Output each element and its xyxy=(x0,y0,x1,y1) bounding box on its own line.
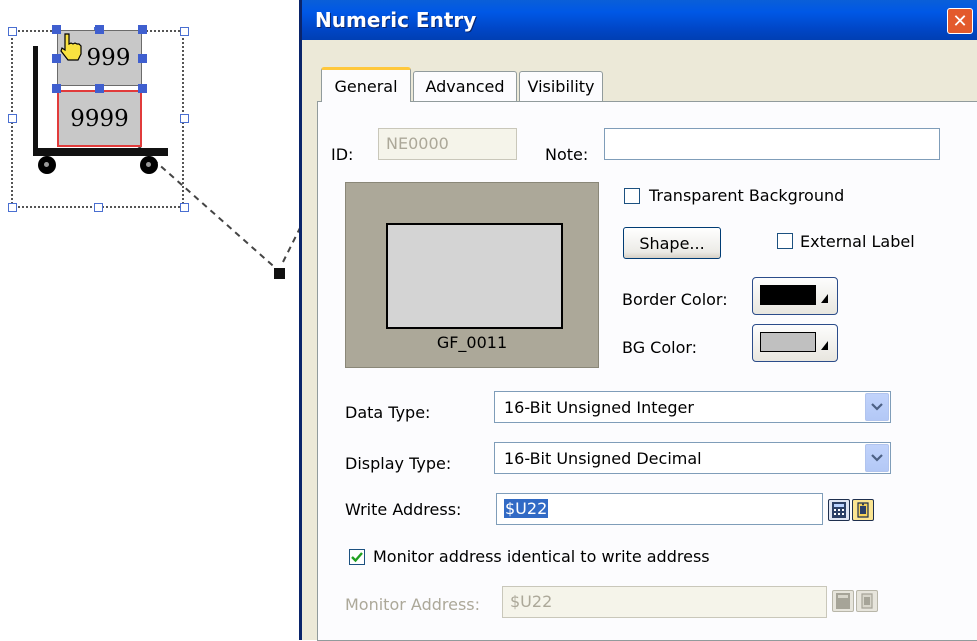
resize-handle[interactable] xyxy=(8,27,17,36)
shape-preview: GF_0011 xyxy=(345,182,599,368)
monitor-identical-checkbox[interactable] xyxy=(349,549,365,565)
tab-advanced[interactable]: Advanced xyxy=(413,71,517,101)
tag-browse-icon xyxy=(856,590,878,612)
tab-label: General xyxy=(334,76,398,96)
dropdown-arrow-icon xyxy=(821,341,828,350)
border-color-label: Border Color: xyxy=(622,290,728,309)
checkmark-icon xyxy=(351,552,363,563)
cart-wheel xyxy=(140,156,158,174)
resize-handle[interactable] xyxy=(180,114,189,123)
chevron-down-icon[interactable] xyxy=(865,444,889,472)
resize-handle[interactable] xyxy=(8,203,17,212)
resize-handle[interactable] xyxy=(138,84,147,93)
bg-color-button[interactable] xyxy=(752,324,838,362)
resize-handle[interactable] xyxy=(138,54,147,63)
dialog-title: Numeric Entry xyxy=(315,8,477,32)
shape-button[interactable]: Shape... xyxy=(623,227,721,259)
write-address-label: Write Address: xyxy=(345,500,462,519)
tag-browse-icon[interactable] xyxy=(852,499,874,521)
tab-label: Advanced xyxy=(425,77,505,96)
display-type-select[interactable]: 16-Bit Unsigned Decimal xyxy=(494,442,891,474)
write-address-field[interactable]: $U22 xyxy=(496,493,823,525)
numeric-entry-object[interactable]: 9999 xyxy=(57,90,142,147)
transparent-background-checkbox[interactable] xyxy=(624,188,640,204)
data-type-value: 16-Bit Unsigned Integer xyxy=(504,398,694,417)
monitor-address-label: Monitor Address: xyxy=(345,595,481,614)
write-address-value: $U22 xyxy=(504,499,549,518)
tab-general[interactable]: General xyxy=(321,67,411,102)
display-type-value: 16-Bit Unsigned Decimal xyxy=(504,449,702,468)
resize-handle[interactable] xyxy=(95,25,104,34)
data-type-label: Data Type: xyxy=(345,403,431,422)
dropdown-arrow-icon xyxy=(821,294,828,303)
close-icon: ✕ xyxy=(952,10,968,32)
tab-label: Visibility xyxy=(527,77,595,96)
border-color-swatch xyxy=(760,285,816,305)
resize-handle[interactable] xyxy=(180,27,189,36)
monitor-address-field: $U22 xyxy=(502,586,827,618)
resize-handle[interactable] xyxy=(8,114,17,123)
leader-anchor-handle[interactable] xyxy=(274,268,285,279)
cart-base xyxy=(33,148,168,156)
preview-shape-name: GF_0011 xyxy=(436,333,508,352)
resize-handle[interactable] xyxy=(94,203,103,212)
shape-button-label: Shape... xyxy=(639,233,705,253)
cart-handle xyxy=(33,46,38,156)
external-label-checkbox[interactable] xyxy=(777,233,793,249)
numeric-entry-value: 9999 xyxy=(70,105,129,132)
bg-color-swatch xyxy=(760,332,816,352)
note-field[interactable] xyxy=(604,128,940,160)
numeric-display-top-value: 999 xyxy=(86,45,131,71)
design-canvas: 999 9999 xyxy=(0,0,300,626)
id-label: ID: xyxy=(331,145,354,164)
external-label-label: External Label xyxy=(800,232,915,251)
resize-handle[interactable] xyxy=(138,25,147,34)
resize-handle[interactable] xyxy=(52,84,61,93)
tab-visibility[interactable]: Visibility xyxy=(519,71,603,101)
transparent-background-label: Transparent Background xyxy=(649,186,845,205)
title-bar[interactable]: Numeric Entry ✕ xyxy=(302,0,977,40)
calculator-icon xyxy=(832,590,854,612)
calculator-icon[interactable] xyxy=(828,499,850,521)
preview-shape xyxy=(386,223,563,329)
data-type-select[interactable]: 16-Bit Unsigned Integer xyxy=(494,391,891,423)
pointer-hand-icon xyxy=(60,33,82,61)
close-button[interactable]: ✕ xyxy=(947,8,973,34)
chevron-down-icon[interactable] xyxy=(865,393,889,421)
border-color-button[interactable] xyxy=(752,277,838,315)
display-type-label: Display Type: xyxy=(345,454,452,473)
resize-handle[interactable] xyxy=(180,203,189,212)
bg-color-label: BG Color: xyxy=(622,338,698,357)
resize-handle[interactable] xyxy=(95,84,104,93)
monitor-identical-label: Monitor address identical to write addre… xyxy=(373,547,710,566)
cart-wheel xyxy=(38,156,56,174)
id-field: NE0000 xyxy=(378,128,517,160)
note-label: Note: xyxy=(545,145,589,164)
